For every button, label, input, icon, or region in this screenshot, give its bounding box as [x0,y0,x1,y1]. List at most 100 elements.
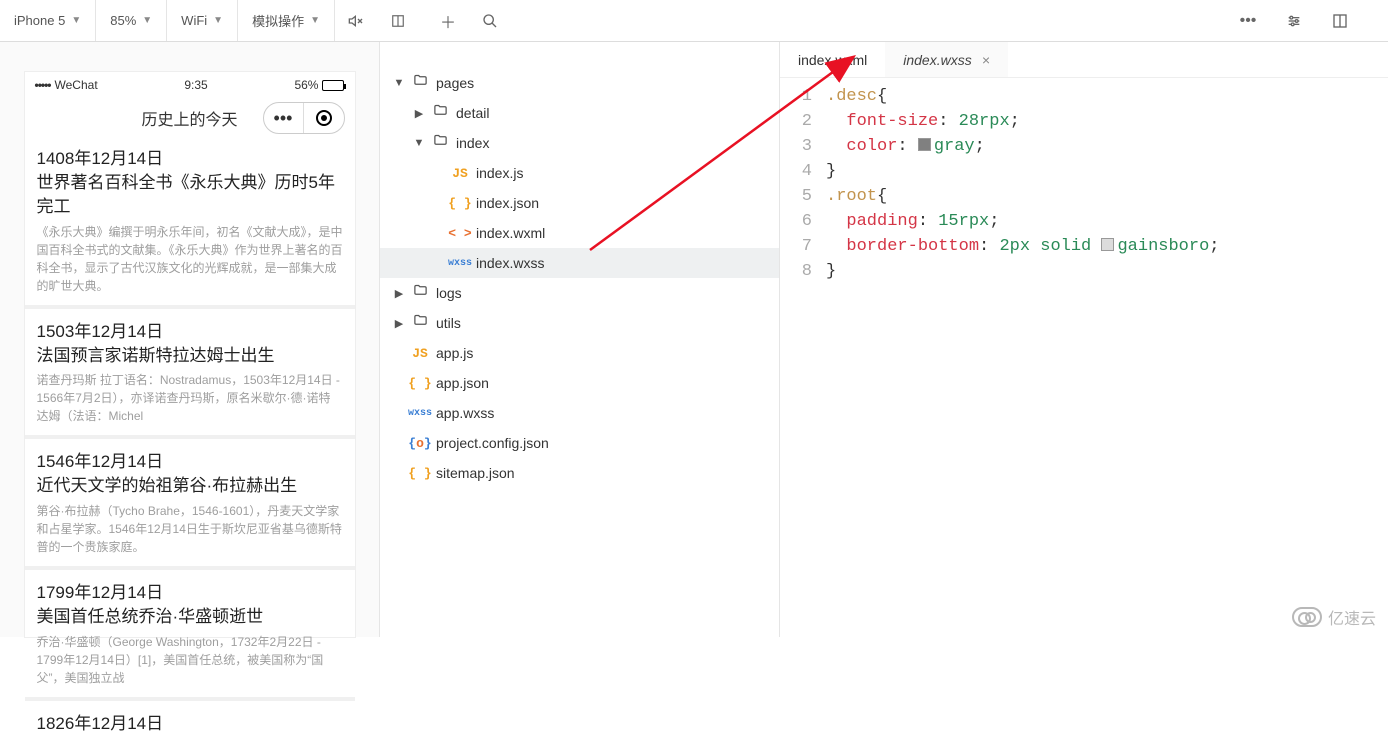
code-line[interactable]: padding: 15rpx; [826,209,1220,234]
code-line[interactable]: .root{ [826,184,1220,209]
chevron-down-icon: ▼ [213,15,223,26]
feed-card[interactable]: 1546年12月14日近代天文学的始祖第谷·布拉赫出生第谷·布拉赫（Tycho … [25,435,355,566]
card-date: 1408年12月14日 [37,144,343,169]
code-line[interactable]: } [826,259,1220,284]
capsule-button: ••• [263,102,345,134]
split-editor-icon[interactable] [1322,13,1358,29]
sim-ops-selector[interactable]: 模拟操作 ▼ [238,0,335,41]
tree-label: detail [456,105,489,121]
line-number: 8 [780,259,812,284]
tree-file[interactable]: wxss index.wxss [380,248,779,278]
capsule-menu-icon[interactable]: ••• [264,103,304,133]
chevron-down-icon: ▼ [71,15,81,26]
watermark: 亿速云 [1292,605,1376,629]
feed-list[interactable]: 1408年12月14日世界著名百科全书《永乐大典》历时5年完工《永乐大典》编撰于… [25,144,355,746]
device-label: iPhone 5 [14,13,65,28]
tree-file[interactable]: wxss app.wxss [380,398,779,428]
tree-file[interactable]: JS index.js [380,158,779,188]
settings-lines-icon[interactable] [1276,13,1312,29]
clock-label: 9:35 [184,78,207,92]
file-explorer[interactable]: ▼pages▶detail▼indexJSindex.js{ }index.js… [380,42,780,637]
line-number: 5 [780,184,812,209]
tree-label: app.js [436,345,473,361]
watermark-icon [1292,607,1322,627]
tree-folder[interactable]: ▼index [380,128,779,158]
card-date: 1546年12月14日 [37,447,343,472]
card-date: 1826年12月14日 [37,709,343,734]
tree-label: index.wxss [476,255,544,271]
file-type-icon: < > [448,226,472,241]
network-selector[interactable]: WiFi ▼ [167,0,238,41]
file-type-icon: wxss [408,408,432,419]
add-icon[interactable]: ＋ [427,9,469,33]
editor-tabs: index.wxml index.wxss × [780,42,1388,78]
close-icon[interactable]: × [982,52,990,68]
device-selector[interactable]: iPhone 5 ▼ [0,0,96,41]
tree-file[interactable]: {o}project.config.json [380,428,779,458]
tree-folder[interactable]: ▼pages [380,68,779,98]
file-type-icon [428,133,452,153]
watermark-text: 亿速云 [1328,605,1376,629]
disclosure-icon: ▼ [410,137,428,149]
line-number: 4 [780,159,812,184]
tree-label: index.js [476,165,523,181]
code-line[interactable]: } [826,159,1220,184]
tree-file[interactable]: < >index.wxml [380,218,779,248]
disclosure-icon: ▶ [390,287,408,300]
toolbar-right: ••• [1230,0,1388,42]
file-type-icon [408,313,432,333]
card-date: 1503年12月14日 [37,317,343,342]
editor-panel: index.wxml index.wxss × 12345678 .desc{ fo… [780,42,1388,637]
tree-folder[interactable]: ▶detail [380,98,779,128]
feed-card[interactable]: 1799年12月14日美国首任总统乔治·华盛顿逝世乔治·华盛顿（George W… [25,566,355,697]
toolbar: iPhone 5 ▼ 85% ▼ WiFi ▼ 模拟操作 ▼ ＋ ••• [0,0,1388,42]
code-line[interactable]: font-size: 28rpx; [826,109,1220,134]
tab-label: index.wxss [903,52,971,68]
mute-icon[interactable] [335,0,377,41]
card-title: 法国预言家诺斯特拉达姆士出生 [37,344,343,368]
feed-card[interactable]: 1408年12月14日世界著名百科全书《永乐大典》历时5年完工《永乐大典》编撰于… [25,144,355,305]
code-line[interactable]: .desc{ [826,84,1220,109]
feed-card[interactable]: 1503年12月14日法国预言家诺斯特拉达姆士出生诺查丹玛斯 拉丁语名：Nost… [25,305,355,436]
file-type-icon [408,73,432,93]
code-source[interactable]: .desc{ font-size: 28rpx; color: gray;}.r… [826,84,1220,284]
carrier-label: WeChat [55,78,98,92]
tree-file[interactable]: { }sitemap.json [380,458,779,488]
card-desc: 乔治·华盛顿（George Washington，1732年2月22日 - 17… [37,633,343,687]
code-line[interactable]: border-bottom: 2px solid gainsboro; [826,234,1220,259]
tree-label: app.wxss [436,405,494,421]
more-icon[interactable]: ••• [1230,12,1266,30]
tree-file[interactable]: JS app.js [380,338,779,368]
file-type-icon: JS [408,346,432,361]
tree-folder[interactable]: ▶utils [380,308,779,338]
tree-file[interactable]: { }app.json [380,368,779,398]
line-number: 6 [780,209,812,234]
file-type-icon: { } [448,196,472,211]
line-number: 7 [780,234,812,259]
code-editor[interactable]: 12345678 .desc{ font-size: 28rpx; color:… [780,78,1388,284]
code-line[interactable]: color: gray; [826,134,1220,159]
tree-label: project.config.json [436,435,549,451]
file-type-icon: JS [448,166,472,181]
tree-file[interactable]: { }index.json [380,188,779,218]
capsule-close-icon[interactable] [304,103,344,133]
chevron-down-icon: ▼ [142,15,152,26]
battery-icon [322,80,344,91]
editor-tab[interactable]: index.wxss × [885,42,1008,77]
simulator-panel: ••••• WeChat 9:35 56% 历史上的今天 ••• 1408年12… [0,42,380,637]
line-gutter: 12345678 [780,84,826,284]
tab-label: index.wxml [798,52,867,68]
search-icon[interactable] [469,13,511,29]
card-desc: 《永乐大典》编撰于明永乐年间，初名《文献大成》，是中国百科全书式的文献集。《永乐… [37,223,343,295]
battery-pct: 56% [294,78,318,92]
split-icon[interactable] [377,0,419,41]
file-type-icon [408,283,432,303]
file-type-icon: wxss [448,258,472,269]
tree-folder[interactable]: ▶logs [380,278,779,308]
editor-tab[interactable]: index.wxml [780,42,885,77]
disclosure-icon: ▶ [390,317,408,330]
zoom-selector[interactable]: 85% ▼ [96,0,167,41]
toolbar-mid: ＋ [427,0,511,41]
chevron-down-icon: ▼ [310,15,320,26]
feed-card[interactable]: 1826年12月14日 [25,697,355,746]
